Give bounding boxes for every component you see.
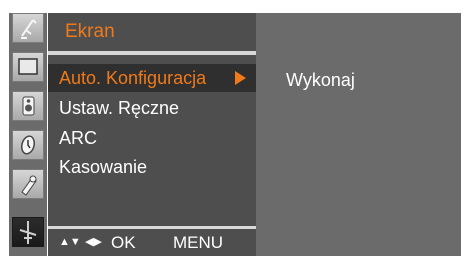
title-divider: [48, 51, 256, 55]
setup-icon[interactable]: [12, 217, 44, 247]
menu-item-auto-config[interactable]: Auto. Konfiguracja: [48, 64, 256, 92]
menu-item-reset[interactable]: Kasowanie: [48, 153, 256, 181]
key-icon[interactable]: [12, 169, 44, 199]
menu-item-arc[interactable]: ARC: [48, 124, 256, 152]
execute-option[interactable]: Wykonaj: [286, 66, 355, 94]
menu-panel: Ekran Auto. Konfiguracja Ustaw. Ręczne A…: [48, 13, 256, 256]
ok-hint: OK: [111, 233, 136, 252]
menu-item-label: Auto. Konfiguracja: [59, 68, 207, 88]
menu-hint: MENU: [173, 233, 224, 252]
screen-icon[interactable]: [12, 52, 44, 82]
menu-item-label: Kasowanie: [59, 157, 148, 177]
clock-icon[interactable]: [12, 130, 44, 160]
submenu-arrow-icon: [235, 71, 246, 85]
menu-title: Ekran: [65, 21, 115, 42]
osd-menu: Ekran Auto. Konfiguracja Ustaw. Ręczne A…: [0, 0, 471, 256]
satellite-icon[interactable]: [12, 13, 44, 43]
menu-item-label: ARC: [59, 128, 98, 148]
navigation-hint-bar: ▲▼ ◀▶ OK MENU: [48, 229, 256, 256]
menu-category-sidebar: [9, 13, 47, 256]
up-down-arrows-icon: ▲▼: [59, 236, 81, 248]
menu-item-manual-setup[interactable]: Ustaw. Ręczne: [48, 94, 256, 122]
left-right-arrows-icon: ◀▶: [85, 236, 102, 248]
speaker-icon[interactable]: [12, 91, 44, 121]
submenu-panel: Wykonaj: [256, 13, 461, 256]
menu-item-label: Ustaw. Ręczne: [59, 98, 180, 118]
